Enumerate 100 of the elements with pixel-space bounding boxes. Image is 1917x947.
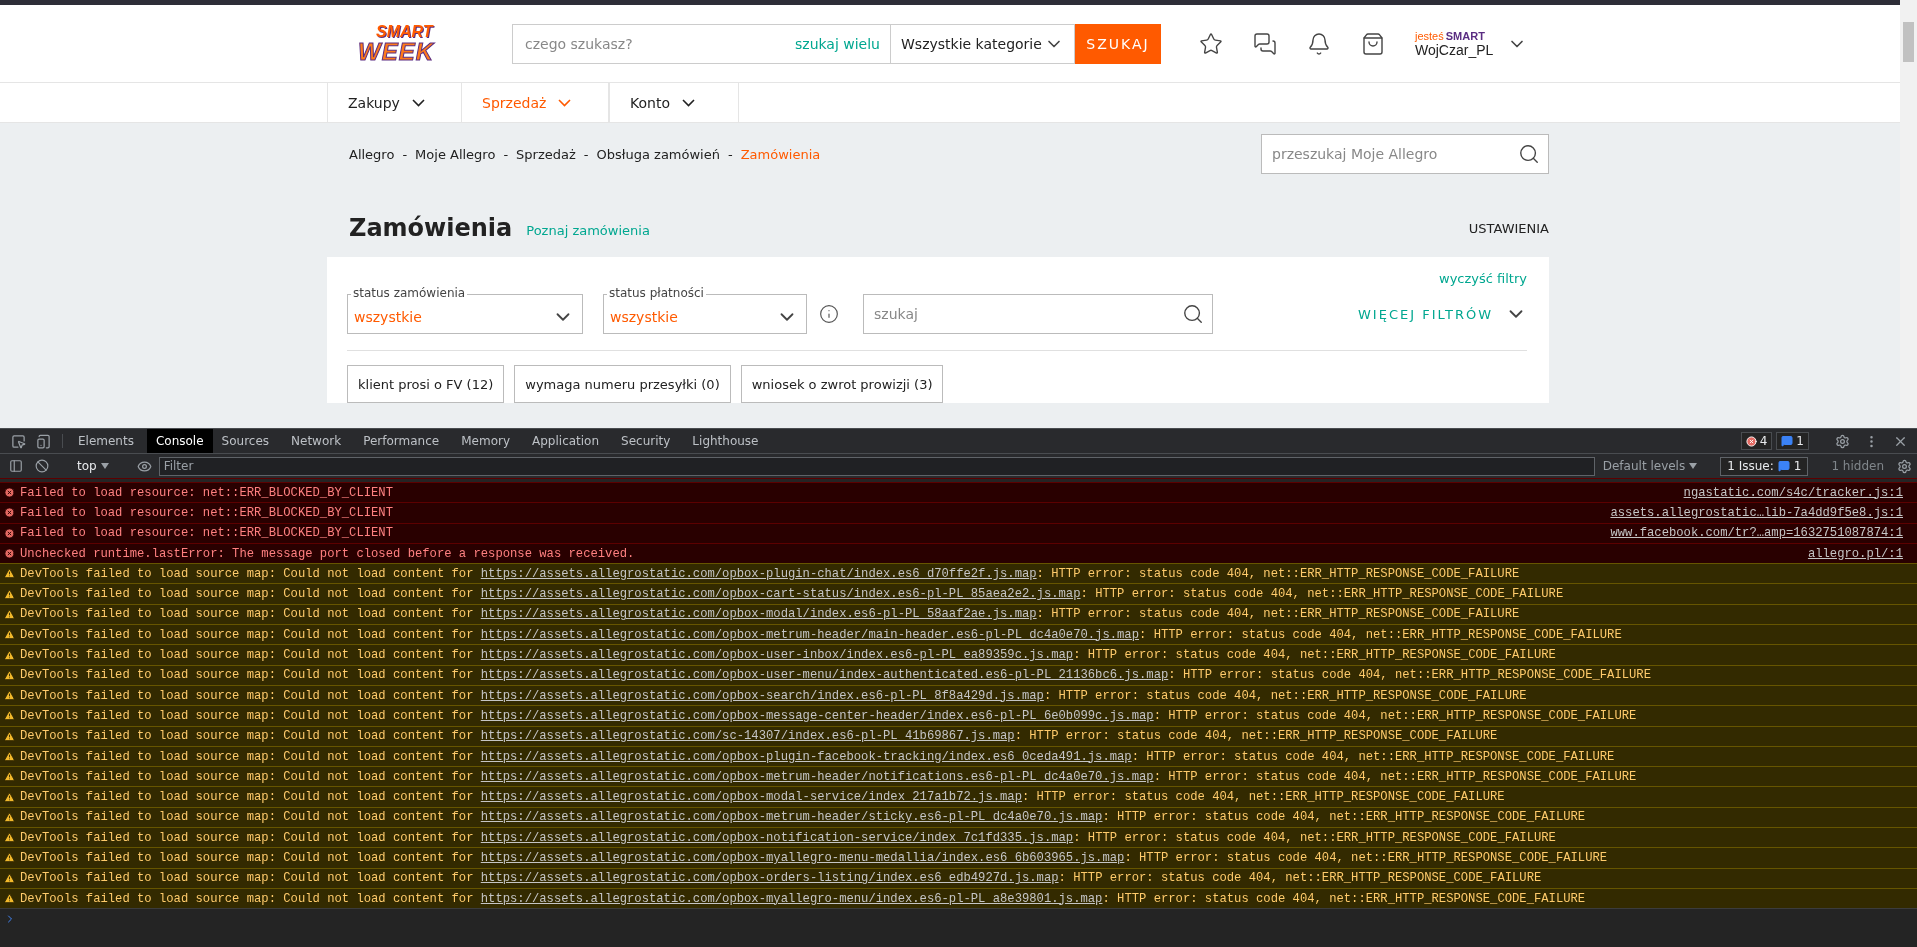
warning-icon bbox=[4, 588, 15, 600]
console-message: DevTools failed to load source map: Could not load content for https://assets.allegrostatic.com/opbox-modal/index.es6-pl-PL_58aaf2ae.js.map: HTTP error: status code 404, net::ERR_HTTP_RESPONSE_CODE_FAILURE bbox=[0, 603, 1917, 625]
message-icon bbox=[1781, 435, 1794, 447]
console-message: DevTools failed to load source map: Could not load content for https://assets.allegrostatic.com/opbox-search/index.es6-pl-PL_8f8a429d.js.map: HTTP error: status code 404, net::ERR_HTTP_RESPONSE_CODE_FAILURE bbox=[0, 684, 1917, 706]
info-icon[interactable] bbox=[819, 304, 839, 324]
warning-icon bbox=[4, 730, 15, 742]
error-icon bbox=[4, 548, 15, 560]
filter-field[interactable]: Filter bbox=[158, 456, 1595, 476]
chat-icon[interactable] bbox=[1253, 31, 1277, 56]
caret-icon bbox=[1689, 462, 1698, 470]
error-icon bbox=[1745, 435, 1757, 447]
category-select[interactable]: Wszystkie kategorie bbox=[890, 23, 1075, 64]
warning-icon bbox=[4, 872, 15, 884]
source-map-link[interactable]: https://assets.allegrostatic.com/opbox-metrum-header/notifications.es6-pl-PL_dc4a0e70.js.map bbox=[480, 769, 1154, 784]
warning-icon bbox=[4, 608, 15, 620]
breadcrumb-link[interactable]: Sprzedaż bbox=[516, 146, 576, 162]
orders-search-field[interactable]: szukaj bbox=[863, 294, 1213, 334]
devtools-tab[interactable]: Memory bbox=[452, 429, 519, 453]
levels-select[interactable]: Default levels bbox=[1596, 459, 1704, 473]
warning-icon bbox=[4, 710, 15, 722]
error-icon bbox=[4, 507, 15, 519]
source-map-link[interactable]: https://assets.allegrostatic.com/opbox-modal-service/index_217a1b72.js.map bbox=[480, 790, 1022, 805]
warning-icon bbox=[4, 771, 15, 783]
devtools-tab[interactable]: Application bbox=[523, 429, 609, 453]
source-map-link[interactable]: https://assets.allegrostatic.com/opbox-orders-listing/index.es6_edb4927d.js.map bbox=[480, 871, 1059, 886]
warning-icon bbox=[4, 669, 15, 681]
devtools-tab[interactable]: Performance bbox=[354, 429, 449, 453]
devtools-tab[interactable]: Elements bbox=[69, 429, 143, 453]
caret-icon bbox=[411, 98, 425, 107]
console-message: DevTools failed to load source map: Could not load content for https://assets.allegrostatic.com/opbox-cart-status/index.es6-pl-PL_85aea2e2.js.map: HTTP error: status code 404, net::ERR_HTTP_RESPONSE_CODE_FAILURE bbox=[0, 583, 1917, 604]
filter-chip[interactable]: wniosek o zwrot prowizji (3) bbox=[740, 365, 944, 403]
message-icon bbox=[1777, 460, 1790, 472]
source-map-link[interactable]: https://assets.allegrostatic.com/sc-14307/index.es6-pl-PL_41b69867.js.map bbox=[480, 729, 1015, 744]
caret-icon bbox=[682, 98, 695, 107]
devtools-tab[interactable]: Lighthouse bbox=[683, 429, 768, 453]
filter-chip[interactable]: wymaga numeru przesyłki (0) bbox=[514, 365, 731, 403]
console-message: DevTools failed to load source map: Could not load content for https://assets.allegrostatic.com/sc-14307/index.es6-pl-PL_41b69867.js.map: HTTP error: status code 404, net::ERR_HTTP_RESPONSE_CODE_FAILURE bbox=[0, 725, 1917, 746]
source-map-link[interactable]: https://assets.allegrostatic.com/opbox-modal/index.es6-pl-PL_58aaf2ae.js.map bbox=[480, 607, 1037, 622]
source-link[interactable]: assets.allegrostatic…lib-7a4dd9f5e8.js:1 bbox=[1610, 505, 1903, 520]
issues-button[interactable]: 1 Issue: 1 bbox=[1720, 456, 1809, 476]
console-message: DevTools failed to load source map: Could not load content for https://assets.allegrostatic.com/opbox-metrum-header/sticky.es6-pl-PL_dc4a0e70.js.map: HTTP error: status code 404, net::ERR_HTTP_RESPONSE_CODE_FAILURE bbox=[0, 806, 1917, 828]
source-map-link[interactable]: https://assets.allegrostatic.com/opbox-myallegro-menu/index.es6-pl-PL_a8e39801.js.map bbox=[480, 891, 1103, 906]
source-link[interactable]: www.facebook.com/tr?…amp=1632751087874:1 bbox=[1610, 526, 1903, 541]
warning-icon bbox=[4, 690, 15, 702]
console-message: Failed to load resource: net::ERR_BLOCKED_BY_CLIENT assets.allegrostatic…lib-7a4dd9f5e8.js:1 bbox=[0, 502, 1917, 523]
user-menu[interactable]: jesteś SMART WojCzar_PL bbox=[1415, 29, 1528, 58]
breadcrumb-separator: - bbox=[402, 146, 408, 162]
search-icon[interactable] bbox=[1518, 143, 1540, 165]
source-link[interactable]: allegro.pl/:1 bbox=[1807, 546, 1903, 561]
warning-icon bbox=[4, 893, 15, 905]
console-message: Unchecked runtime.lastError: The message port closed before a response was received. allegro.pl/:1 bbox=[0, 542, 1917, 564]
bag-icon[interactable] bbox=[1361, 31, 1385, 56]
breadcrumb-link[interactable]: Obsługa zamówień bbox=[596, 146, 720, 162]
nav-tab[interactable]: Konto bbox=[609, 83, 739, 122]
source-map-link[interactable]: https://assets.allegrostatic.com/opbox-cart-status/index.es6-pl-PL_85aea2e2.js.map bbox=[480, 587, 1081, 602]
source-map-link[interactable]: https://assets.allegrostatic.com/opbox-metrum-header/main-header.es6-pl-PL_dc4a0e70.js.map bbox=[480, 627, 1139, 642]
star-icon[interactable] bbox=[1199, 31, 1223, 56]
error-icon bbox=[4, 487, 15, 499]
scrollbar[interactable] bbox=[1900, 0, 1917, 428]
breadcrumb-separator: - bbox=[727, 146, 733, 162]
warning-icon bbox=[4, 832, 15, 844]
console-message: Failed to load resource: net::ERR_BLOCKED_BY_CLIENT ngastatic.com/s4c/tracker.js:1 bbox=[0, 482, 1917, 503]
warning-icon bbox=[4, 791, 15, 803]
search-icon[interactable] bbox=[1182, 303, 1204, 325]
source-map-link[interactable]: https://assets.allegrostatic.com/opbox-metrum-header/sticky.es6-pl-PL_dc4a0e70.js.map bbox=[480, 810, 1103, 825]
warning-icon bbox=[4, 811, 15, 823]
console-message: DevTools failed to load source map: Could not load content for https://assets.allegrostatic.com/opbox-plugin-facebook-tracking/index.es6_0ceda491.js.map: HTTP error: status code 404, net::ERR_HTTP_RESPONSE_CODE_FAILURE bbox=[0, 745, 1917, 767]
warning-icon bbox=[4, 751, 15, 762]
error-counter[interactable]: 4 bbox=[1740, 432, 1773, 450]
devtools-tab[interactable]: Sources bbox=[212, 429, 279, 453]
console-message: DevTools failed to load source map: Could not load content for https://assets.allegrostatic.com/opbox-myallegro-menu-medallia/index.es6_6b603965.js.map: HTTP error: status code 404, net::ERR_HTTP_RESPONSE_CODE_FAILURE bbox=[0, 847, 1917, 868]
source-map-link[interactable]: https://assets.allegrostatic.com/opbox-myallegro-menu-medallia/index.es6_6b603965.js.map bbox=[480, 851, 1125, 865]
devtools-tab[interactable]: Network bbox=[282, 429, 351, 453]
console-message: DevTools failed to load source map: Could not load content for https://assets.allegrostatic.com/opbox-plugin-chat/index.es6_d70ffe2f.js.map: HTTP error: status code 404, net::ERR_HTTP_RESPONSE_CODE_FAILURE bbox=[0, 563, 1917, 584]
source-map-link[interactable]: https://assets.allegrostatic.com/opbox-plugin-facebook-tracking/index.es6_0ceda491.js.map bbox=[480, 749, 1132, 764]
source-map-link[interactable]: https://assets.allegrostatic.com/opbox-notification-service/index_7c1fd335.js.map bbox=[480, 830, 1074, 845]
devtools-tab[interactable]: Console bbox=[146, 429, 213, 453]
source-map-link[interactable]: https://assets.allegrostatic.com/opbox-message-center-header/index.es6-pl-PL_6e0b099c.js.map bbox=[480, 708, 1154, 723]
console-message: DevTools failed to load source map: Could not load content for https://assets.allegrostatic.com/opbox-notification-service/index_7c1fd335.js.map: HTTP error: status code 404, net::ERR_HTTP_RESPONSE_CODE_FAILURE bbox=[0, 827, 1917, 848]
console-message: DevTools failed to load source map: Could not load content for https://assets.allegrostatic.com/opbox-orders-listing/index.es6_edb4927d.js.map: HTTP error: status code 404, net::ERR_HTTP_RESPONSE_CODE_FAILURE bbox=[0, 867, 1917, 888]
breadcrumb-link[interactable]: Allegro bbox=[349, 146, 395, 162]
caret-icon bbox=[558, 98, 572, 107]
devtools-tab[interactable]: Security bbox=[612, 429, 680, 453]
message-counter[interactable]: 1 bbox=[1776, 432, 1809, 450]
settings-link[interactable]: USTAWIENIA bbox=[1468, 220, 1549, 236]
console-message: DevTools failed to load source map: Could not load content for https://assets.allegrostatic.com/opbox-metrum-header/main-header.es6-pl-PL_dc4a0e70.js.map: HTTP error: status code 404, net::ERR_HTTP_RESPONSE_CODE_FAILURE bbox=[0, 624, 1917, 645]
source-map-link[interactable]: https://assets.allegrostatic.com/opbox-plugin-chat/index.es6_d70ffe2f.js.map bbox=[480, 566, 1037, 581]
source-map-link[interactable]: https://assets.allegrostatic.com/opbox-user-menu/index-authenticated.es6-pl-PL_21136bc6.js.map bbox=[480, 668, 1169, 683]
bell-icon[interactable] bbox=[1307, 31, 1331, 56]
context-select[interactable]: top bbox=[71, 458, 115, 474]
source-map-link[interactable]: https://assets.allegrostatic.com/opbox-search/index.es6-pl-PL_8f8a429d.js.map bbox=[480, 688, 1044, 703]
caret-icon bbox=[100, 462, 109, 470]
source-map-link[interactable]: https://assets.allegrostatic.com/opbox-user-inbox/index.es6-pl-PL_ea89359c.js.map bbox=[480, 648, 1074, 662]
my-allegro-search-field[interactable]: przeszukaj Moje Allegro bbox=[1261, 134, 1549, 174]
console-message: DevTools failed to load source map: Could not load content for https://assets.allegrostatic.com/opbox-modal-service/index_217a1b72.js.map: HTTP error: status code 404, net::ERR_HTTP_RESPONSE_CODE_FAILURE bbox=[0, 786, 1917, 807]
console-message: DevTools failed to load source map: Could not load content for https://assets.allegrostatic.com/opbox-user-inbox/index.es6-pl-PL_ea89359c.js.map: HTTP error: status code 404, net::ERR_HTTP_RESPONSE_CODE_FAILURE bbox=[0, 644, 1917, 665]
warning-icon bbox=[4, 629, 15, 641]
source-link[interactable]: ngastatic.com/s4c/tracker.js:1 bbox=[1683, 485, 1903, 500]
filter-chip[interactable]: klient prosi o FV (12) bbox=[347, 365, 505, 403]
breadcrumb-link[interactable]: Moje Allegro bbox=[415, 146, 496, 162]
